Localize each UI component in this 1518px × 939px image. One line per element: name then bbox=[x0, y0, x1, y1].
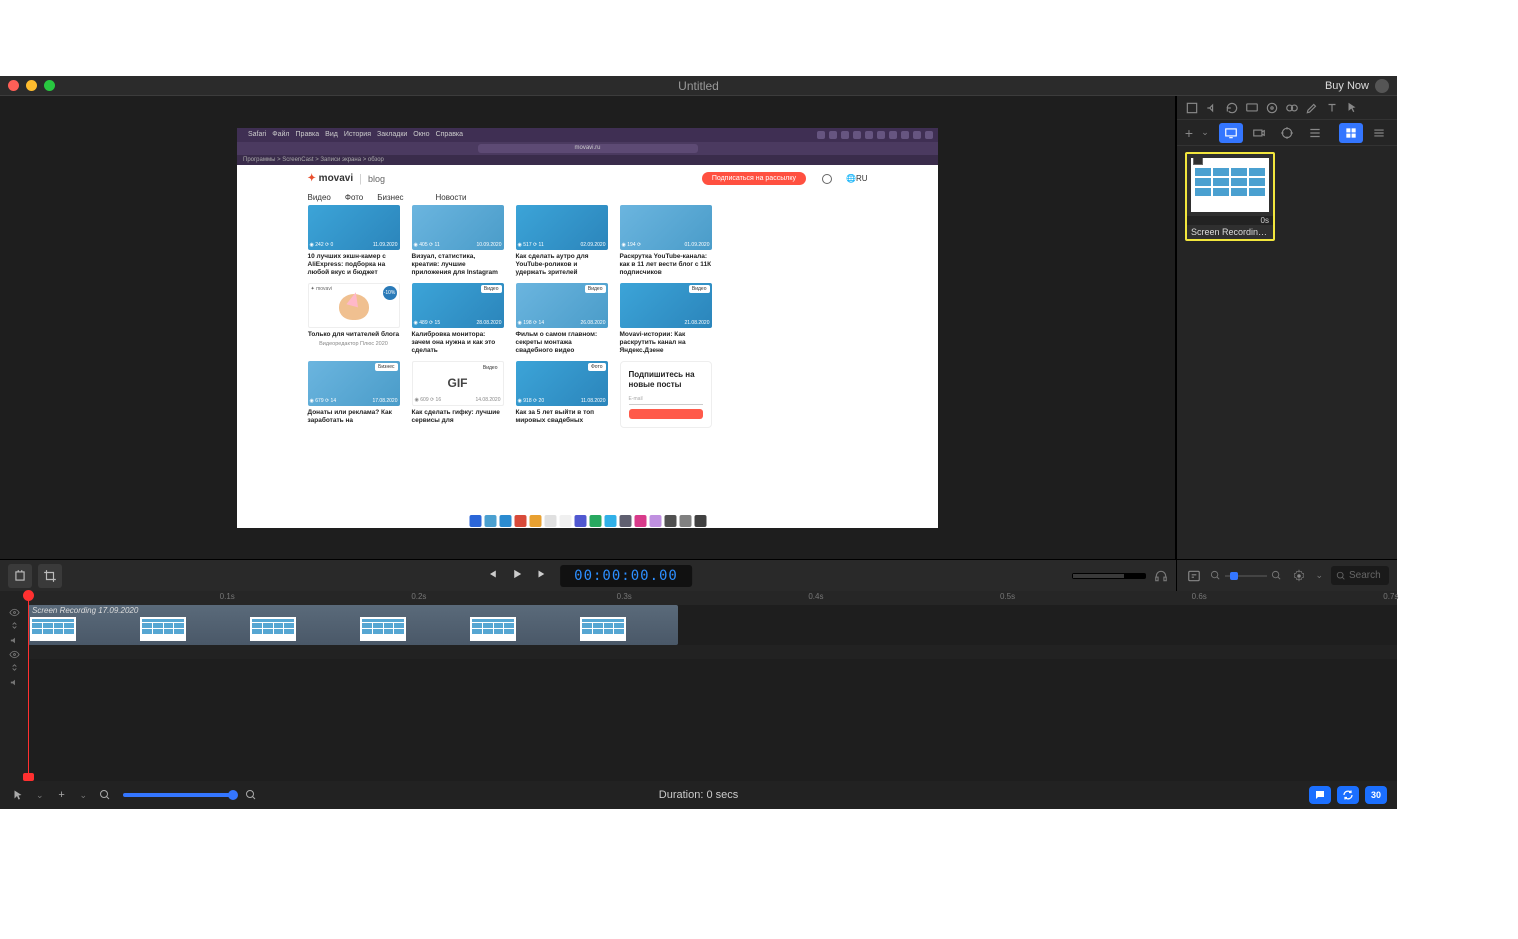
media-search-input[interactable]: Search bbox=[1331, 566, 1389, 585]
timeline-track-video[interactable]: Screen Recording 17.09.2020 bbox=[28, 605, 1397, 645]
fps-badge[interactable]: 30 bbox=[1365, 786, 1387, 804]
media-panel: + ⌄ bbox=[1176, 96, 1397, 559]
webpage-content-mock: ✦ movavi | blog Подписаться на рассылку … bbox=[237, 165, 938, 514]
crop-button[interactable] bbox=[38, 564, 62, 588]
timeline-ruler[interactable]: 0.1s 0.2s 0.3s 0.4s 0.5s 0.6s 0.7s bbox=[28, 591, 1397, 605]
filter-list-button[interactable] bbox=[1303, 123, 1327, 143]
next-frame-button[interactable] bbox=[536, 567, 550, 584]
selection-tool-button[interactable] bbox=[10, 787, 26, 803]
window-title: Untitled bbox=[678, 79, 719, 93]
page-setup-icon[interactable] bbox=[1183, 99, 1200, 116]
view-grid-button[interactable] bbox=[1339, 123, 1363, 143]
window-minimize-button[interactable] bbox=[26, 80, 37, 91]
timeline-zoom-in-icon[interactable] bbox=[243, 787, 259, 803]
filter-screen-button[interactable] bbox=[1219, 123, 1243, 143]
playback-controls: 00:00:00.00 bbox=[0, 559, 1176, 591]
window-maximize-button[interactable] bbox=[44, 80, 55, 91]
macos-dock-mock bbox=[465, 514, 710, 528]
timeline-track-2[interactable] bbox=[28, 659, 1397, 699]
safari-tabbar-mock: Программы > ScreenCast > Записи экрана >… bbox=[237, 155, 938, 165]
media-item[interactable]: 0s Screen Recording... bbox=[1185, 152, 1275, 241]
preview-pane: SafariФайлПравкаВидИсторияЗакладкиОкноСп… bbox=[0, 96, 1176, 559]
headphones-icon[interactable] bbox=[1154, 569, 1168, 583]
media-label: Screen Recording... bbox=[1187, 225, 1273, 239]
screen-tool-icon[interactable] bbox=[1243, 99, 1260, 116]
track2-audio-toggle[interactable] bbox=[0, 675, 28, 689]
preview-canvas[interactable]: SafariФайлПравкаВидИсторияЗакладкиОкноСп… bbox=[237, 128, 938, 528]
playback-timecode[interactable]: 00:00:00.00 bbox=[560, 565, 692, 587]
chevron-down-icon[interactable]: ⌄ bbox=[1315, 570, 1323, 581]
thumb-zoom-slider[interactable] bbox=[1225, 575, 1267, 577]
text-tool-icon[interactable] bbox=[1323, 99, 1340, 116]
add-dropdown-icon[interactable]: ⌄ bbox=[1199, 124, 1211, 142]
duration-label: Duration: 0 secs bbox=[659, 789, 738, 801]
window-titlebar: Untitled Buy Now bbox=[0, 76, 1397, 96]
buy-now-button[interactable]: Buy Now bbox=[1325, 79, 1389, 93]
timeline-zoom-slider[interactable] bbox=[123, 793, 233, 797]
sync-button[interactable] bbox=[1337, 786, 1359, 804]
window-close-button[interactable] bbox=[8, 80, 19, 91]
timeline: 0.1s 0.2s 0.3s 0.4s 0.5s 0.6s 0.7s Scree… bbox=[0, 591, 1397, 781]
timeline-clip[interactable]: Screen Recording 17.09.2020 bbox=[28, 605, 678, 645]
track2-visibility-toggle[interactable] bbox=[0, 647, 28, 675]
filter-image-button[interactable] bbox=[1275, 123, 1299, 143]
edit-tool-icon[interactable] bbox=[1303, 99, 1320, 116]
macos-menubar-mock: SafariФайлПравкаВидИсторияЗакладкиОкноСп… bbox=[237, 128, 938, 142]
media-duration: 0s bbox=[1187, 216, 1273, 225]
timeline-playhead[interactable] bbox=[28, 591, 29, 781]
track-audio-toggle[interactable] bbox=[0, 633, 28, 647]
search-icon bbox=[822, 174, 832, 184]
cart-icon bbox=[1375, 79, 1389, 93]
panel-controls: ⌄ Search bbox=[1176, 559, 1397, 591]
cursor-tool-icon[interactable] bbox=[1343, 99, 1360, 116]
tool-dropdown-icon[interactable]: ⌄ bbox=[36, 790, 44, 801]
play-button[interactable] bbox=[510, 567, 524, 584]
volume-meter bbox=[1072, 573, 1146, 579]
target-tool-icon[interactable] bbox=[1263, 99, 1280, 116]
fit-canvas-button[interactable] bbox=[8, 564, 32, 588]
audio-tool-icon[interactable] bbox=[1203, 99, 1220, 116]
zoom-in-icon[interactable] bbox=[1271, 570, 1282, 581]
add-track-button[interactable]: + bbox=[54, 787, 70, 803]
link-tool-icon[interactable] bbox=[1283, 99, 1300, 116]
timeline-track-audio[interactable] bbox=[28, 645, 1397, 659]
filter-camera-button[interactable] bbox=[1247, 123, 1271, 143]
feedback-button[interactable] bbox=[1309, 786, 1331, 804]
panel-settings-icon[interactable] bbox=[1290, 567, 1307, 584]
track-visibility-toggle[interactable] bbox=[0, 605, 28, 633]
search-icon bbox=[1336, 571, 1346, 581]
add-dropdown-icon[interactable]: ⌄ bbox=[80, 790, 88, 801]
rotate-tool-icon[interactable] bbox=[1223, 99, 1240, 116]
view-list-button[interactable] bbox=[1367, 123, 1391, 143]
add-media-button[interactable]: + bbox=[1183, 124, 1195, 142]
zoom-out-icon[interactable] bbox=[1210, 570, 1221, 581]
safari-toolbar-mock: movavi.ru bbox=[237, 142, 938, 155]
status-bar: ⌄ + ⌄ Duration: 0 secs 30 bbox=[0, 781, 1397, 809]
timeline-zoom-out-icon[interactable] bbox=[97, 787, 113, 803]
prev-frame-button[interactable] bbox=[484, 567, 498, 584]
monitor-icon bbox=[1193, 158, 1203, 165]
filters-toggle-icon[interactable] bbox=[1185, 567, 1202, 584]
